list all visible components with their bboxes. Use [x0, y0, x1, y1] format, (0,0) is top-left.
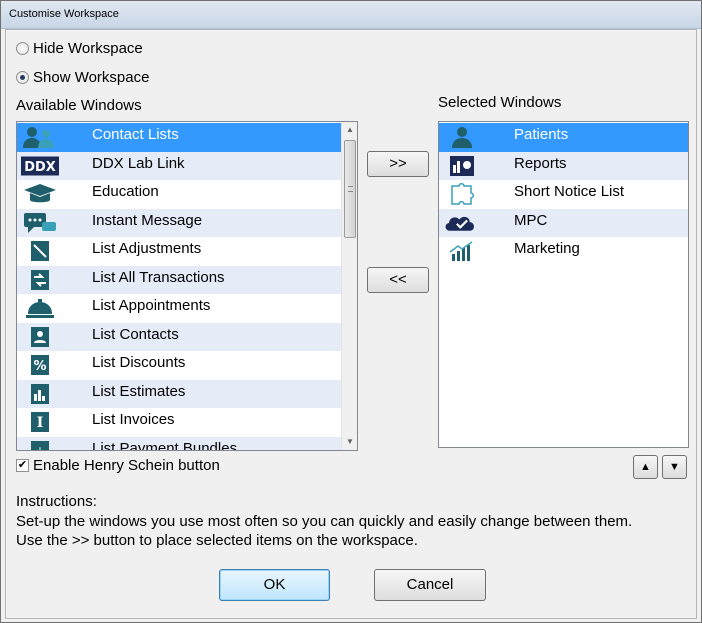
- service-bell-icon: [21, 296, 59, 320]
- instructions-heading: Instructions:: [16, 493, 97, 510]
- available-window-list-item[interactable]: Contact Lists: [17, 123, 341, 152]
- available-window-item-label: List Estimates: [92, 382, 186, 400]
- svg-text:I: I: [37, 415, 44, 431]
- available-window-list-item[interactable]: Education: [17, 180, 341, 209]
- contacts-icon: [21, 125, 59, 149]
- available-window-item-label: List Invoices: [92, 411, 175, 428]
- bar-chart-icon: [21, 382, 59, 406]
- available-window-item-label: List Contacts: [92, 325, 179, 343]
- selected-window-item-label: Patients: [514, 126, 569, 143]
- adjustments-icon: [21, 239, 59, 263]
- selected-window-item-label: Reports: [514, 154, 567, 172]
- selected-windows-heading: Selected Windows: [438, 94, 562, 111]
- selected-windows-list[interactable]: Patients Reports Short Notice List MPC Marke…: [438, 121, 689, 448]
- available-window-list-item[interactable]: List All Transactions: [17, 265, 341, 294]
- person-icon: [443, 125, 481, 149]
- available-window-list-item[interactable]: I List Invoices: [17, 408, 341, 437]
- available-window-list-item[interactable]: List Contacts: [17, 322, 341, 351]
- svg-text:DDX: DDX: [24, 160, 55, 175]
- hide-workspace-option[interactable]: Hide Workspace: [16, 40, 143, 57]
- scroll-down-arrow-icon[interactable]: ▼: [342, 434, 357, 450]
- dialog-content: Hide Workspace Show Workspace Available …: [5, 29, 697, 619]
- remove-from-workspace-button[interactable]: <<: [367, 267, 429, 293]
- available-window-item-label: List Discounts: [92, 354, 186, 371]
- selected-window-item-label: Marketing: [514, 240, 580, 257]
- available-window-list-item[interactable]: List Estimates: [17, 379, 341, 408]
- report-chart-icon: [443, 154, 481, 178]
- selected-window-list-item[interactable]: Short Notice List: [439, 180, 688, 209]
- ddx-logo-icon: DDX: [21, 154, 59, 178]
- instructions: Instructions: Set-up the windows you use…: [16, 492, 632, 551]
- hide-workspace-radio[interactable]: [16, 42, 29, 55]
- available-window-list-item[interactable]: + List Payment Bundles: [17, 436, 341, 452]
- down-arrow-icon: ▼: [669, 461, 680, 473]
- show-workspace-option[interactable]: Show Workspace: [16, 69, 149, 86]
- title-bar: Customise Workspace: [1, 1, 701, 29]
- chat-bubbles-icon: [21, 211, 59, 235]
- show-workspace-radio[interactable]: [16, 71, 29, 84]
- selected-window-list-item[interactable]: MPC: [439, 208, 688, 237]
- svg-text:+: +: [35, 444, 44, 452]
- available-window-list-item[interactable]: DDX DDX Lab Link: [17, 151, 341, 180]
- selected-window-item-label: MPC: [514, 211, 548, 229]
- growth-chart-icon: [443, 239, 481, 263]
- henry-schein-checkbox[interactable]: ✔: [16, 459, 29, 472]
- up-arrow-icon: ▲: [640, 461, 651, 473]
- available-window-item-label: Contact Lists: [92, 126, 179, 143]
- available-window-list-item[interactable]: % List Discounts: [17, 351, 341, 380]
- cloud-check-icon: [443, 211, 481, 235]
- puzzle-icon: [443, 182, 481, 206]
- available-window-item-label: DDX Lab Link: [92, 154, 185, 172]
- add-to-workspace-button[interactable]: >>: [367, 151, 429, 177]
- available-window-list-item[interactable]: Instant Message: [17, 208, 341, 237]
- customise-workspace-dialog: Customise Workspace Hide Workspace Show …: [0, 0, 702, 623]
- available-window-item-label: Education: [92, 183, 159, 200]
- available-window-item-label: List Payment Bundles: [92, 439, 238, 451]
- selected-window-list-item[interactable]: Marketing: [439, 237, 688, 266]
- svg-text:%: %: [33, 359, 46, 374]
- invoice-icon: I: [21, 410, 59, 434]
- available-windows-list[interactable]: Contact Lists DDX DDX Lab Link Education Ins…: [16, 121, 358, 451]
- available-window-item-label: List Appointments: [92, 297, 211, 314]
- available-window-list-item[interactable]: List Adjustments: [17, 237, 341, 266]
- transactions-icon: [21, 268, 59, 292]
- available-windows-heading: Available Windows: [16, 97, 142, 114]
- available-list-scrollbar[interactable]: ▲ ▼: [341, 122, 357, 450]
- ok-button[interactable]: OK: [219, 569, 330, 601]
- contact-card-icon: [21, 325, 59, 349]
- move-up-button[interactable]: ▲: [633, 455, 658, 479]
- move-down-button[interactable]: ▼: [662, 455, 687, 479]
- show-workspace-label: Show Workspace: [33, 69, 150, 86]
- henry-schein-label: Enable Henry Schein button: [33, 457, 220, 474]
- cancel-button[interactable]: Cancel: [374, 569, 486, 601]
- scroll-thumb[interactable]: [344, 140, 356, 238]
- available-window-item-label: Instant Message: [92, 211, 203, 229]
- available-window-item-label: List Adjustments: [92, 240, 202, 257]
- henry-schein-option[interactable]: ✔ Enable Henry Schein button: [16, 457, 220, 474]
- available-window-item-label: List All Transactions: [92, 268, 225, 286]
- payment-bundle-icon: +: [21, 439, 59, 452]
- hide-workspace-label: Hide Workspace: [33, 40, 143, 57]
- selected-window-list-item[interactable]: Patients: [439, 123, 688, 152]
- available-window-list-item[interactable]: List Appointments: [17, 294, 341, 323]
- scroll-up-arrow-icon[interactable]: ▲: [342, 122, 357, 138]
- window-title: Customise Workspace: [9, 8, 119, 20]
- instructions-line-1: Set-up the windows you use most often so…: [16, 512, 633, 530]
- selected-window-list-item[interactable]: Reports: [439, 151, 688, 180]
- selected-window-item-label: Short Notice List: [514, 183, 625, 200]
- graduation-cap-icon: [21, 182, 59, 206]
- instructions-line-2: Use the >> button to place selected item…: [16, 532, 418, 549]
- percent-icon: %: [21, 353, 59, 377]
